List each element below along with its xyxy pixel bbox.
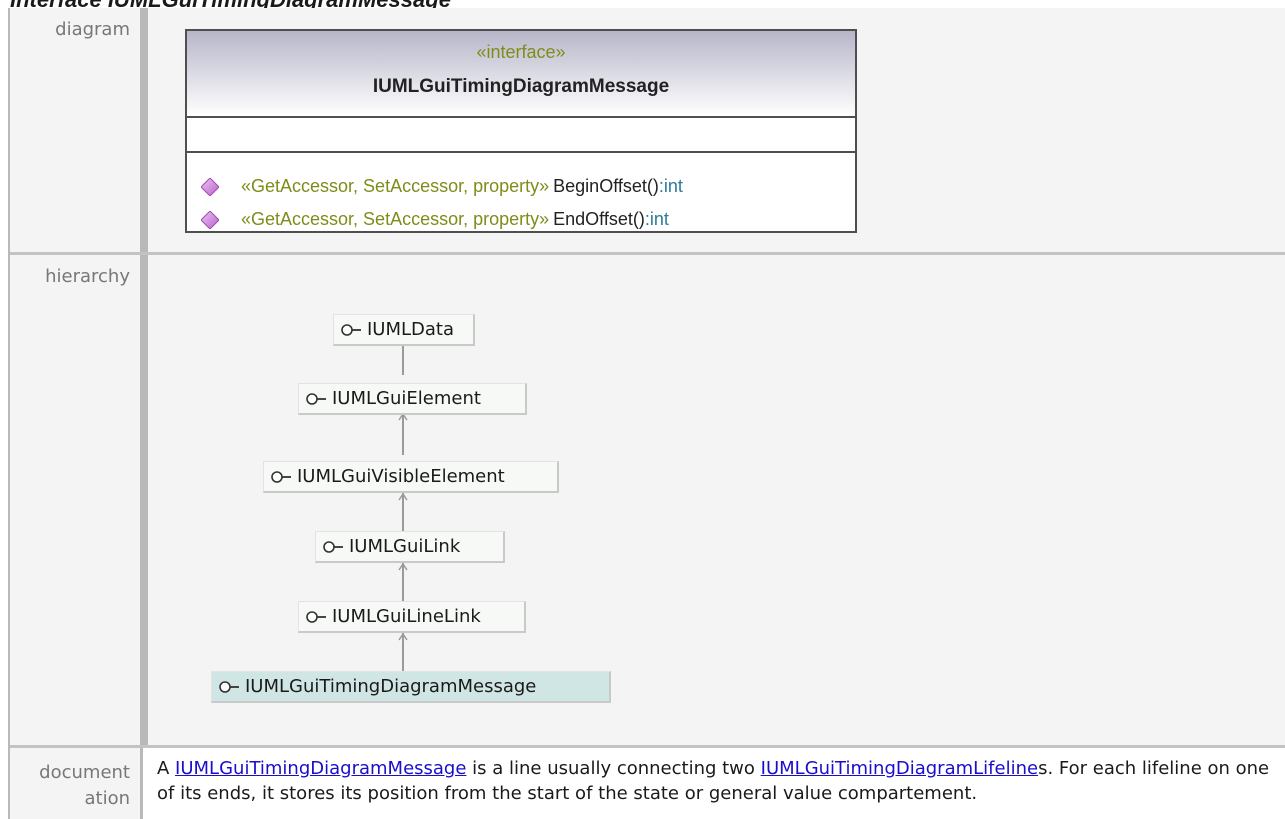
operation-name: EndOffset() bbox=[553, 209, 645, 229]
operation-name: BeginOffset() bbox=[553, 176, 659, 196]
hierarchy-node-label: IUMLGuiLink bbox=[349, 536, 461, 557]
diagram-row: diagram «interface» IUMLGuiTimingDiagram… bbox=[10, 8, 1285, 252]
hierarchy-node-label: IUMLData bbox=[367, 319, 455, 340]
uml-header: «interface» IUMLGuiTimingDiagramMessage bbox=[187, 31, 855, 118]
hierarchy-node-label: IUMLGuiVisibleElement bbox=[297, 466, 505, 487]
hierarchy-row-label: hierarchy bbox=[10, 255, 140, 745]
generalization-arrow-icon bbox=[398, 493, 408, 501]
interface-stereotype: «interface» bbox=[476, 42, 566, 62]
column-divider bbox=[140, 255, 148, 745]
interface-lollipop-icon bbox=[323, 540, 343, 553]
hierarchy-row: hierarchy IUMLData IUMLGuiElement IUMLGu… bbox=[10, 255, 1285, 745]
hierarchy-cell: IUMLData IUMLGuiElement IUMLGuiVisibleEl… bbox=[148, 255, 1285, 745]
operation-row[interactable]: «GetAccessor, SetAccessor, property» Beg… bbox=[187, 170, 855, 203]
hierarchy-node[interactable]: IUMLGuiVisibleElement bbox=[263, 461, 559, 493]
hierarchy-node[interactable]: IUMLGuiLineLink bbox=[298, 601, 526, 633]
hierarchy-node[interactable]: IUMLData bbox=[333, 314, 475, 346]
operation-stereotype: «GetAccessor, SetAccessor, property» bbox=[241, 176, 550, 196]
interface-lollipop-icon bbox=[341, 323, 361, 336]
documentation-link[interactable]: IUMLGuiTimingDiagramMessage bbox=[175, 758, 466, 779]
hierarchy-node-label: IUMLGuiLineLink bbox=[332, 606, 481, 627]
interface-lollipop-icon bbox=[219, 680, 239, 693]
operation-type: :int bbox=[658, 176, 683, 196]
hierarchy-node-label: IUMLGuiElement bbox=[332, 388, 481, 409]
operations-compartment: «GetAccessor, SetAccessor, property» Beg… bbox=[187, 170, 855, 236]
hierarchy-node-label: IUMLGuiTimingDiagramMessage bbox=[245, 676, 537, 697]
interface-lollipop-icon bbox=[306, 610, 326, 623]
uml-interface-box[interactable]: «interface» IUMLGuiTimingDiagramMessage … bbox=[185, 29, 857, 233]
operation-stereotype: «GetAccessor, SetAccessor, property» bbox=[241, 209, 550, 229]
documentation-text: A IUMLGuiTimingDiagramMessage is a line … bbox=[157, 756, 1275, 806]
documentation-text-part: A bbox=[157, 758, 176, 779]
documentation-link[interactable]: IUMLGuiTimingDiagramLifeline bbox=[761, 758, 1038, 779]
operation-type: :int bbox=[644, 209, 669, 229]
diagram-cell: «interface» IUMLGuiTimingDiagramMessage … bbox=[148, 8, 1285, 252]
attributes-compartment bbox=[187, 118, 855, 153]
documentation-cell: A IUMLGuiTimingDiagramMessage is a line … bbox=[148, 748, 1285, 819]
column-divider bbox=[140, 748, 143, 819]
documentation-row-label: document ation bbox=[10, 748, 140, 819]
operation-row[interactable]: «GetAccessor, SetAccessor, property» End… bbox=[187, 203, 855, 236]
documentation-text-part: is a line usually connecting two bbox=[466, 758, 761, 779]
documentation-label-part: document bbox=[39, 762, 130, 783]
documentation-row: document ation A IUMLGuiTimingDiagramMes… bbox=[10, 748, 1285, 819]
diagram-row-label: diagram bbox=[10, 8, 140, 252]
operation-diamond-icon bbox=[201, 177, 219, 196]
generalization-arrow-icon bbox=[398, 633, 408, 641]
column-divider bbox=[140, 8, 148, 252]
interface-name: IUMLGuiTimingDiagramMessage bbox=[372, 76, 670, 97]
interface-lollipop-icon bbox=[271, 470, 291, 483]
operation-diamond-icon bbox=[201, 210, 219, 229]
hierarchy-node[interactable]: IUMLGuiElement bbox=[298, 383, 527, 415]
generalization-arrow-icon bbox=[398, 563, 408, 571]
hierarchy-node-current[interactable]: IUMLGuiTimingDiagramMessage bbox=[211, 671, 611, 703]
interface-lollipop-icon bbox=[306, 392, 326, 405]
documentation-label-part: ation bbox=[84, 788, 130, 809]
documentation-table: diagram «interface» IUMLGuiTimingDiagram… bbox=[8, 8, 1285, 819]
hierarchy-node[interactable]: IUMLGuiLink bbox=[315, 531, 505, 563]
